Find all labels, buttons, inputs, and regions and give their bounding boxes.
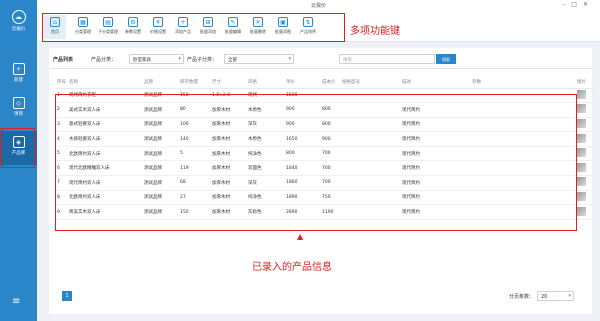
column-header[interactable]: 图片: [575, 76, 595, 89]
column-header[interactable]: 品牌: [142, 76, 178, 89]
logo-label: 云报价: [11, 27, 26, 32]
project-icon: ◇: [12, 97, 25, 109]
annotation-toolbar: 多项功能键: [350, 26, 400, 37]
column-header[interactable]: 描述: [400, 76, 470, 89]
product-thumbnail[interactable]: [577, 177, 586, 187]
column-header[interactable]: 规格型号: [340, 76, 400, 89]
page-button-current[interactable]: 1: [62, 291, 72, 301]
product-thumbnail[interactable]: [577, 104, 586, 114]
column-header[interactable]: 库存数量: [178, 76, 210, 89]
category-label: 产品分类：: [91, 57, 117, 63]
column-header[interactable]: 成本价: [320, 76, 340, 89]
column-header[interactable]: 序号: [55, 76, 67, 89]
table-cell: [575, 102, 595, 118]
table-cell: [575, 190, 595, 206]
subcategory-select[interactable]: 全部: [224, 54, 294, 64]
hamburger-menu-icon[interactable]: ≡: [12, 296, 24, 307]
product-thumbnail[interactable]: [577, 191, 586, 201]
cloud-icon: ☁: [11, 10, 26, 24]
new-icon: +: [12, 63, 25, 75]
table-cell: [575, 160, 595, 177]
page-size-label: 分页条数：: [509, 294, 535, 300]
product-thumbnail[interactable]: [577, 206, 586, 216]
table-cell: [575, 146, 595, 162]
annotation-table: 已录入的产品信息: [252, 262, 332, 273]
sidebar-item-label: 新建: [14, 78, 23, 83]
product-thumbnail[interactable]: [577, 148, 586, 158]
column-header[interactable]: 参数: [470, 76, 575, 89]
product-thumbnail[interactable]: [577, 133, 586, 143]
highlight-box-sidebar: [1, 128, 35, 168]
subcategory-label: 产品子分类：: [187, 57, 218, 63]
table-cell: [575, 88, 595, 104]
app-logo: ☁ 云报价: [5, 6, 32, 40]
sidebar-item-label: 项目: [14, 112, 23, 117]
column-header[interactable]: 名称: [67, 76, 142, 89]
search-input[interactable]: 搜索: [339, 54, 435, 64]
divider: [49, 68, 592, 69]
sidebar-item-project[interactable]: ◇ 项目: [0, 92, 37, 126]
category-select[interactable]: 卧室家具: [129, 54, 184, 64]
list-title: 产品列表: [53, 57, 74, 63]
window-title: 云报价: [310, 3, 326, 9]
product-thumbnail[interactable]: [577, 162, 586, 172]
table-cell: [575, 117, 595, 133]
app-window: ☁ 云报价 + 新建 ◇ 项目 ◈ 产品库 ≡ 云报价 –□✕ ⌂ 首页 ▦ 分类管…: [0, 0, 600, 321]
filter-row: 产品列表 产品分类： 卧室家具 产品子分类： 全部 搜索 搜索: [49, 54, 592, 66]
column-header[interactable]: 单价: [284, 76, 320, 89]
window-controls[interactable]: –□✕: [562, 1, 594, 8]
annotation-arrow: ▲: [297, 232, 304, 241]
column-header[interactable]: 尺寸: [210, 76, 246, 89]
title-bar: 云报价 –□✕: [37, 0, 600, 12]
maximize-icon[interactable]: □: [571, 1, 583, 8]
highlight-box-toolbar: [42, 13, 345, 42]
table-header-row: 序号 名称 品牌 库存数量 尺寸 风格 单价 成本价 规格型号 描述 参数 图片: [55, 76, 595, 89]
highlight-box-table: [55, 94, 577, 231]
table-cell: [575, 175, 595, 191]
product-thumbnail[interactable]: [577, 118, 586, 128]
page-size-select[interactable]: 20: [537, 291, 574, 301]
search-button[interactable]: 搜索: [436, 54, 456, 64]
table-cell: [575, 204, 595, 220]
minimize-icon[interactable]: –: [562, 1, 571, 8]
column-header[interactable]: 风格: [246, 76, 284, 89]
sidebar-item-new[interactable]: + 新建: [0, 58, 37, 92]
product-thumbnail[interactable]: [577, 89, 586, 99]
table-cell: [575, 131, 595, 147]
close-icon[interactable]: ✕: [583, 1, 594, 8]
